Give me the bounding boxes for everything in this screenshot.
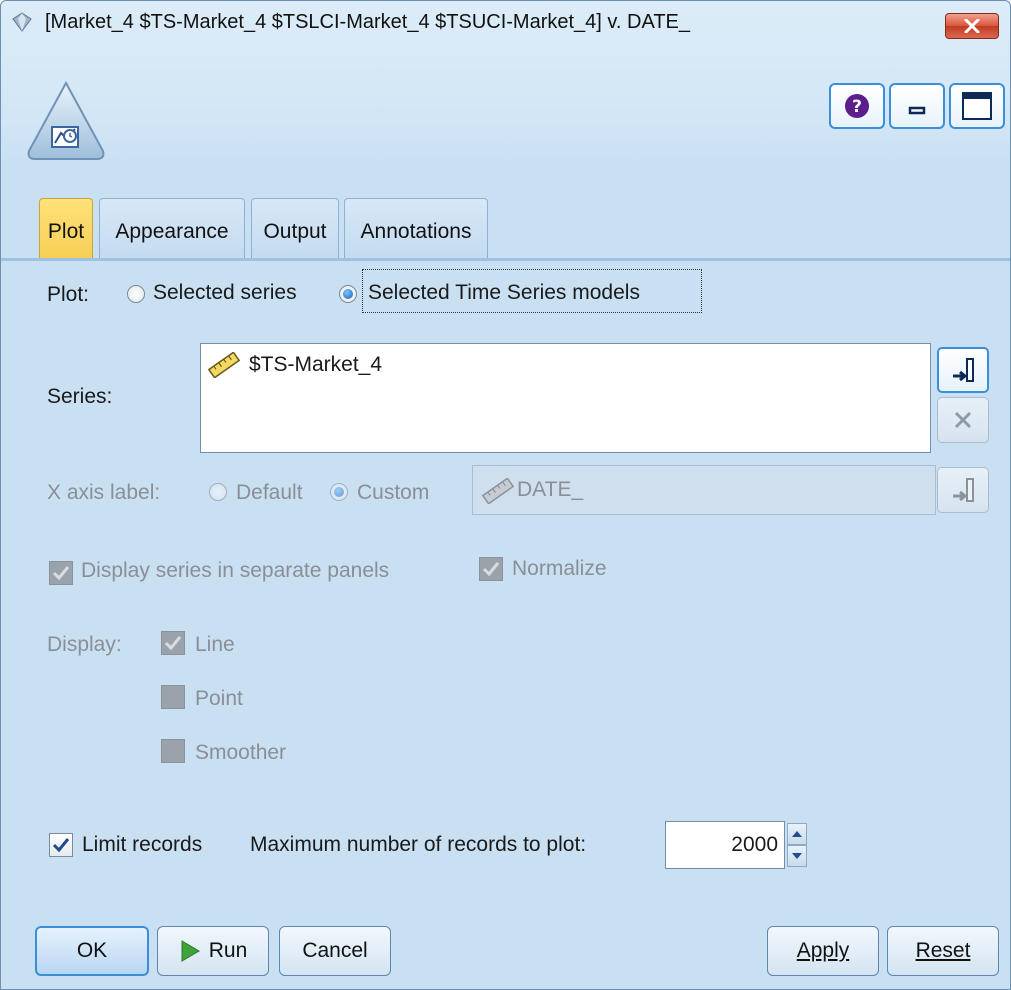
play-icon	[181, 940, 200, 962]
xaxis-label: X axis label:	[47, 481, 161, 504]
series-item-label: $TS-Market_4	[249, 353, 383, 376]
radio-xaxis-default[interactable]	[209, 483, 227, 501]
tab-plot-label: Plot	[47, 219, 85, 243]
arrow-down-icon	[792, 853, 802, 859]
field-picker-icon	[953, 478, 974, 502]
spin-down-button[interactable]	[787, 845, 807, 867]
tab-plot[interactable]: Plot	[39, 198, 93, 258]
tab-divider	[1, 258, 1010, 261]
title-bar: [Market_4 $TS-Market_4 $TSLCI-Market_4 $…	[1, 1, 1010, 45]
tab-appearance[interactable]: Appearance	[99, 198, 245, 258]
tab-annotations[interactable]: Annotations	[344, 198, 488, 258]
radio-selected-series-label[interactable]: Selected series	[153, 281, 297, 305]
pick-series-button[interactable]	[937, 347, 989, 393]
field-picker-icon	[953, 358, 974, 382]
svg-text:?: ?	[852, 97, 862, 117]
series-list-item[interactable]: $TS-Market_4	[207, 352, 382, 378]
window-title: [Market_4 $TS-Market_4 $TSLCI-Market_4 $…	[45, 11, 691, 33]
close-button[interactable]	[945, 13, 999, 39]
timeplot-node-icon	[27, 80, 105, 160]
separate-panels-label: Display series in separate panels	[81, 559, 390, 582]
pick-xaxis-button[interactable]	[937, 467, 989, 513]
maximize-icon	[962, 92, 992, 120]
help-icon: ?	[845, 94, 869, 118]
max-records-input[interactable]: 2000	[665, 821, 785, 869]
point-checkbox[interactable]	[161, 685, 185, 709]
delete-x-icon	[954, 411, 972, 429]
checkmark-icon	[164, 636, 182, 651]
normalize-label: Normalize	[512, 557, 607, 580]
ruler-icon	[207, 352, 241, 378]
display-label: Display:	[47, 633, 122, 656]
apply-button[interactable]: Apply	[767, 926, 879, 976]
tab-annotations-label: Annotations	[360, 219, 472, 243]
reset-button[interactable]: Reset	[887, 926, 999, 976]
app-gem-icon	[12, 12, 32, 32]
radio-selected-series[interactable]	[127, 285, 145, 303]
xaxis-field-value: DATE_	[517, 478, 584, 501]
arrow-up-icon	[792, 831, 802, 837]
radio-xaxis-custom[interactable]	[330, 483, 348, 501]
radio-xaxis-custom-label[interactable]: Custom	[357, 481, 429, 505]
radio-ts-models[interactable]	[339, 285, 357, 303]
radio-xaxis-default-label[interactable]: Default	[236, 481, 303, 505]
checkmark-icon	[52, 838, 70, 853]
separate-panels-checkbox[interactable]	[49, 561, 73, 585]
run-button-label: Run	[208, 939, 248, 962]
ok-button[interactable]: OK	[35, 926, 149, 976]
tab-output[interactable]: Output	[251, 198, 339, 258]
cancel-button[interactable]: Cancel	[279, 926, 391, 976]
xaxis-field[interactable]: DATE_	[472, 465, 936, 515]
remove-series-button[interactable]	[937, 397, 989, 443]
max-records-spinner[interactable]	[787, 823, 807, 867]
normalize-checkbox[interactable]	[479, 557, 503, 581]
smoother-label: Smoother	[195, 741, 287, 764]
series-label: Series:	[47, 385, 113, 408]
series-list[interactable]: $TS-Market_4	[200, 343, 931, 453]
spin-up-button[interactable]	[787, 823, 807, 845]
line-label: Line	[195, 633, 235, 656]
plot-label: Plot:	[47, 283, 90, 306]
radio-ts-models-label[interactable]: Selected Time Series models	[368, 281, 640, 305]
run-button[interactable]: Run	[157, 926, 269, 976]
minimize-icon	[908, 106, 926, 115]
tab-output-label: Output	[263, 219, 327, 243]
max-records-label: Maximum number of records to plot:	[250, 833, 587, 856]
close-x-icon	[964, 19, 980, 33]
dialog-window: [Market_4 $TS-Market_4 $TSLCI-Market_4 $…	[0, 0, 1011, 990]
checkmark-icon	[52, 566, 70, 581]
help-button[interactable]: ?	[829, 83, 885, 129]
line-checkbox[interactable]	[161, 631, 185, 655]
tab-appearance-label: Appearance	[115, 219, 229, 243]
ruler-icon	[481, 478, 515, 504]
point-label: Point	[195, 687, 243, 710]
checkmark-icon	[482, 562, 500, 577]
smoother-checkbox[interactable]	[161, 739, 185, 763]
minimize-button[interactable]	[889, 83, 945, 129]
limit-records-checkbox[interactable]	[49, 833, 73, 857]
maximize-button[interactable]	[949, 83, 1005, 129]
limit-records-label: Limit records	[82, 833, 203, 856]
